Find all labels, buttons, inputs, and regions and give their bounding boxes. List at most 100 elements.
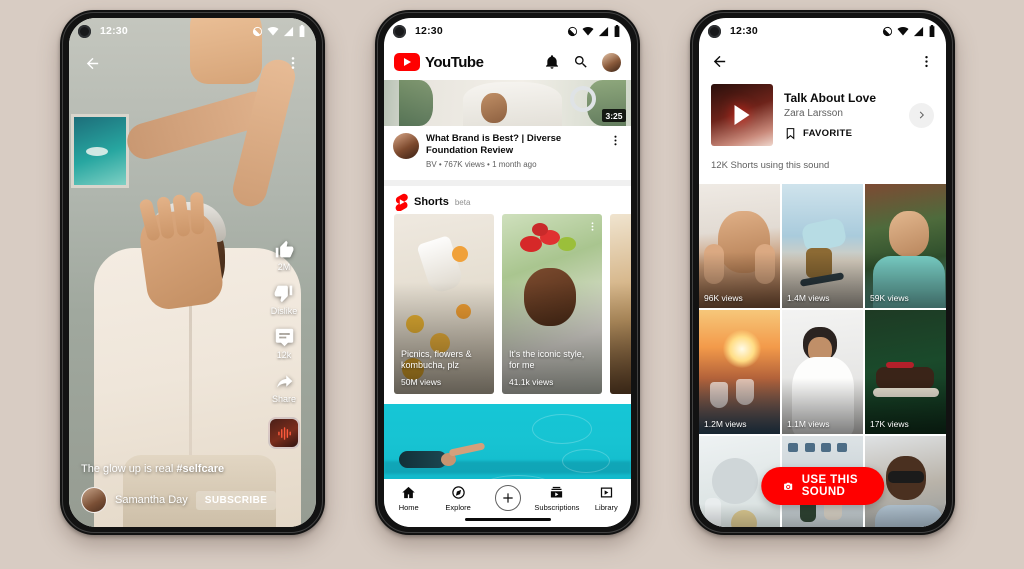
dnd-icon	[882, 26, 893, 36]
short-card[interactable]	[610, 214, 631, 394]
short-card-title: Picnics, flowers & kombucha, plz	[401, 348, 472, 371]
dnd-icon	[252, 26, 263, 36]
youtube-header: YouTube	[384, 44, 631, 80]
grid-item[interactable]: 96K views	[699, 184, 780, 308]
caption-text: The glow up is real #selfcare	[81, 463, 246, 475]
dislike-button[interactable]: Dislike	[271, 283, 297, 316]
back-arrow-icon[interactable]	[711, 53, 728, 70]
grid-item-views: 59K views	[870, 293, 909, 303]
grid-item[interactable]: 1.4M views	[782, 184, 863, 308]
nav-subscriptions-label: Subscriptions	[534, 503, 580, 512]
share-icon	[276, 375, 292, 388]
signal-icon	[913, 26, 924, 36]
sound-artist: Zara Larsson	[784, 107, 843, 119]
grid-item[interactable]: 59K views	[865, 184, 946, 308]
caption-hashtag: #selfcare	[176, 463, 225, 475]
sound-cover-art[interactable]	[711, 84, 773, 146]
grid-item-views: 17K views	[870, 419, 909, 429]
phone-sound-detail: 12:30 Talk About Love Zara Larsson FAVOR…	[690, 10, 955, 535]
short-card[interactable]: Picnics, flowers & kombucha, plz 50M vie…	[394, 214, 494, 394]
sound-title: Talk About Love	[784, 90, 877, 105]
nav-explore[interactable]: Explore	[433, 485, 482, 512]
sound-header: Talk About Love Zara Larsson FAVORITE	[699, 78, 946, 156]
short-card-views: 50M views	[401, 377, 442, 387]
channel-avatar[interactable]	[393, 133, 419, 159]
library-icon	[600, 487, 612, 498]
sound-wave-icon[interactable]	[268, 417, 300, 449]
status-icons	[252, 25, 306, 37]
use-this-sound-label: USE THIS SOUND	[801, 474, 858, 498]
grid-item-views: 1.1M views	[787, 419, 830, 429]
status-icons	[567, 25, 621, 37]
shorts-shelf: Picnics, flowers & kombucha, plz 50M vie…	[384, 214, 631, 402]
phone2-screen: 12:30 YouTube 3:25 What Brand is Best? |…	[384, 18, 631, 527]
use-this-sound-button[interactable]: USE THIS SOUND	[760, 467, 885, 505]
bell-icon[interactable]	[544, 54, 560, 70]
thumbs-down-icon	[275, 285, 293, 303]
avatar[interactable]	[602, 52, 621, 72]
comment-icon	[275, 328, 293, 347]
nav-library[interactable]: Library	[582, 485, 631, 512]
favorite-button[interactable]: FAVORITE	[784, 127, 898, 140]
grid-item[interactable]: 17K views	[865, 310, 946, 434]
swimmer-arm	[448, 442, 486, 457]
more-vertical-icon[interactable]	[919, 54, 934, 69]
more-vertical-icon[interactable]	[609, 133, 622, 169]
more-vertical-icon[interactable]	[282, 52, 304, 74]
comments-button[interactable]: 12k	[274, 327, 295, 360]
compass-icon	[451, 486, 465, 499]
youtube-logo[interactable]: YouTube	[394, 53, 484, 71]
phone1-top-bar	[69, 48, 316, 92]
short-card-views: 41.1k views	[509, 377, 554, 387]
subscriptions-icon	[551, 486, 563, 498]
status-icons	[882, 25, 936, 37]
share-button[interactable]: Share	[272, 371, 296, 404]
search-icon[interactable]	[573, 54, 589, 70]
status-time: 12:30	[100, 25, 128, 37]
short-card[interactable]: It's the iconic style, for me 41.1k view…	[502, 214, 602, 394]
like-count: 2M	[277, 262, 291, 272]
nav-library-label: Library	[594, 503, 618, 512]
phone3-top-bar	[699, 44, 946, 78]
home-indicator	[464, 518, 551, 521]
grid-item[interactable]: 1.2M views	[699, 310, 780, 434]
grid-item-views: 96K views	[704, 293, 743, 303]
nav-subscriptions[interactable]: Subscriptions	[532, 485, 581, 512]
like-button[interactable]: 2M	[274, 239, 295, 272]
shorts-action-rail: 2M Dislike 12k Share	[258, 239, 310, 449]
video-text-block: What Brand is Best? | Diverse Foundation…	[426, 133, 602, 169]
camera-icon	[783, 482, 792, 490]
comment-count: 12k	[276, 350, 292, 360]
thumbs-up-icon	[275, 240, 293, 258]
signal-icon	[598, 26, 609, 36]
wifi-icon	[897, 26, 909, 35]
status-time: 12:30	[415, 25, 443, 37]
shorts-icon	[395, 193, 408, 211]
back-arrow-icon[interactable]	[81, 52, 103, 74]
card-gradient	[610, 282, 631, 394]
channel-name: Samantha Day	[115, 494, 188, 506]
plus-icon	[494, 485, 521, 511]
chevron-right-icon[interactable]	[909, 102, 934, 128]
featured-video-thumbnail[interactable]: 3:25	[384, 80, 631, 126]
subscribe-button[interactable]: SUBSCRIBE	[195, 490, 277, 510]
home-icon	[402, 486, 415, 499]
grid-item[interactable]: 1.1M views	[782, 310, 863, 434]
phone-youtube-home: 12:30 YouTube 3:25 What Brand is Best? |…	[375, 10, 640, 535]
camera-punch-hole	[393, 24, 406, 38]
signal-icon	[283, 26, 294, 36]
youtube-play-icon	[394, 53, 420, 71]
grid-item-views: 1.2M views	[704, 419, 747, 429]
nav-home[interactable]: Home	[384, 485, 433, 512]
battery-icon	[299, 25, 305, 37]
nav-create[interactable]	[483, 485, 532, 511]
bottom-navigation: Home Explore Subscriptions Library	[384, 479, 631, 527]
phone1-screen: 12:30 2M Dislike 12k Share The glow up i…	[69, 18, 316, 527]
battery-icon	[614, 25, 620, 37]
more-vertical-icon[interactable]	[587, 219, 598, 237]
phone3-screen: 12:30 Talk About Love Zara Larsson FAVOR…	[699, 18, 946, 527]
video-title: What Brand is Best? | Diverse Foundation…	[426, 133, 562, 157]
shorts-label: Shorts	[414, 196, 449, 208]
thumbnail-subject	[463, 82, 562, 126]
avatar[interactable]	[81, 487, 107, 513]
